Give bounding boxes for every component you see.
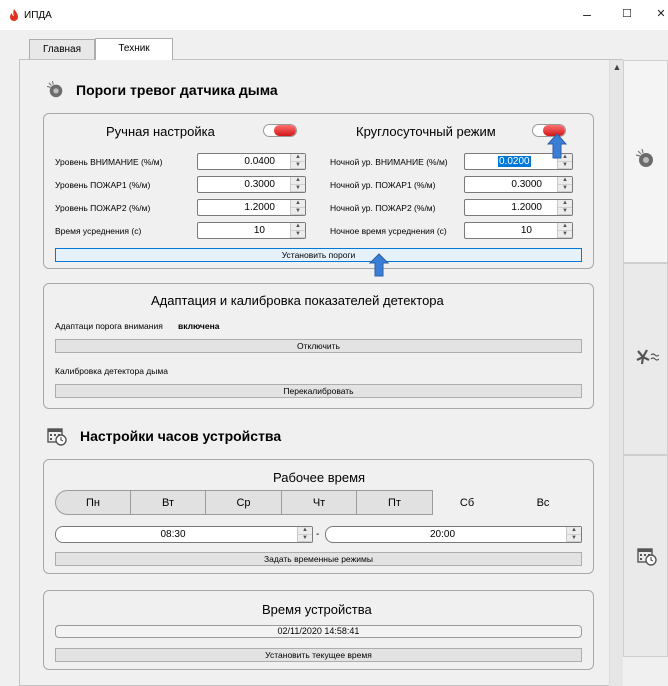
manual-toggle[interactable] [263,124,297,137]
day-tue[interactable]: Вт [130,490,206,515]
recalibrate-button[interactable]: Перекалибровать [55,384,582,398]
set-time-modes-button[interactable]: Задать временные режимы [55,552,582,566]
scrollbar[interactable]: ▲ [609,60,623,686]
work-end-time[interactable]: 20:00 ▲ ▼ [325,526,582,543]
smoke-detector-icon [636,149,653,167]
night-fire2-label: Ночной ур. ПОЖАР2 (%/м) [330,203,436,213]
time-range-dash: - [316,529,320,540]
day-thu[interactable]: Чт [281,490,357,515]
adaptation-status-value: включена [178,321,220,331]
manual-fire2-spinbox[interactable]: 1.2000 ▲ ▼ [197,199,306,216]
manual-attention-label: Уровень ВНИМАНИЕ (%/м) [55,157,163,167]
night-fire1-spinbox[interactable]: 0.3000 ▲ ▼ [464,176,573,193]
manual-fire2-label: Уровень ПОЖАР2 (%/м) [55,203,151,213]
night-avg-time-label: Ночное время усреднения (с) [330,226,447,236]
day-fri[interactable]: Пт [356,490,433,515]
set-current-time-button[interactable]: Установить текущее время [55,648,582,662]
up-arrow-indicator-icon [369,253,389,277]
calendar-clock-icon [47,428,67,446]
set-thresholds-button[interactable]: Установить пороги [55,248,582,262]
title-bar: ИПДА – ☐ ✕ [0,0,668,30]
manual-fire1-label: Уровень ПОЖАР1 (%/м) [55,180,151,190]
smoke-detector-icon [47,81,63,98]
manual-fire1-spinbox[interactable]: 0.3000 ▲ ▼ [197,176,306,193]
calibration-label: Калибровка детектора дыма [55,366,168,376]
work-time-title: Рабочее время [273,470,366,485]
weekday-selector: Пн Вт Ср Чт Пт Сб Вс [55,490,571,515]
device-time-title: Время устройства [262,602,372,617]
night-fire2-spinbox[interactable]: 1.2000 ▲ ▼ [464,199,573,216]
device-time-display: 02/11/2020 14:58:41 [55,625,582,638]
side-tab-calendar[interactable] [623,455,668,657]
manual-attention-spinbox[interactable]: 0.0400 ▲ ▼ [197,153,306,170]
window-title: ИПДА [24,10,52,21]
fan-icon [636,349,659,365]
manual-avg-time-label: Время усреднения (с) [55,226,142,236]
tab-main[interactable]: Главная [29,39,95,59]
close-button[interactable]: ✕ [648,3,668,25]
calendar-clock-icon [637,548,657,566]
scroll-up-button[interactable]: ▲ [611,61,623,73]
night-avg-time-spinbox[interactable]: 10 ▲ ▼ [464,222,573,239]
side-tab-ventilation[interactable] [623,263,668,455]
night-attention-label: Ночной ур. ВНИМАНИЕ (%/м) [330,157,448,167]
side-tab-smoke[interactable] [623,60,668,263]
day-wed[interactable]: Ср [205,490,282,515]
manual-title: Ручная настройка [106,124,215,139]
clock-section-title: Настройки часов устройства [80,428,282,444]
up-arrow-indicator-icon [547,133,567,159]
day-sat[interactable]: Сб [439,490,495,515]
manual-avg-time-spinbox[interactable]: 10 ▲ ▼ [197,222,306,239]
night-fire1-label: Ночной ур. ПОЖАР1 (%/м) [330,180,436,190]
day-mon[interactable]: Пн [55,490,131,515]
smoke-section-title: Пороги тревог датчика дыма [76,82,278,98]
adaptation-title: Адаптация и калибровка показателей детек… [151,293,444,308]
day-sun[interactable]: Вс [515,490,571,515]
app-flame-icon [10,9,18,21]
work-start-time[interactable]: 08:30 ▲ ▼ [55,526,313,543]
tab-technician[interactable]: Техник [95,38,173,60]
adaptation-status-label: Адаптаци порога внимания [55,321,163,331]
disable-adaptation-button[interactable]: Отключить [55,339,582,353]
minimize-button[interactable]: – [574,3,600,25]
night-mode-title: Круглосуточный режим [356,124,496,139]
maximize-button[interactable]: ☐ [614,3,640,25]
